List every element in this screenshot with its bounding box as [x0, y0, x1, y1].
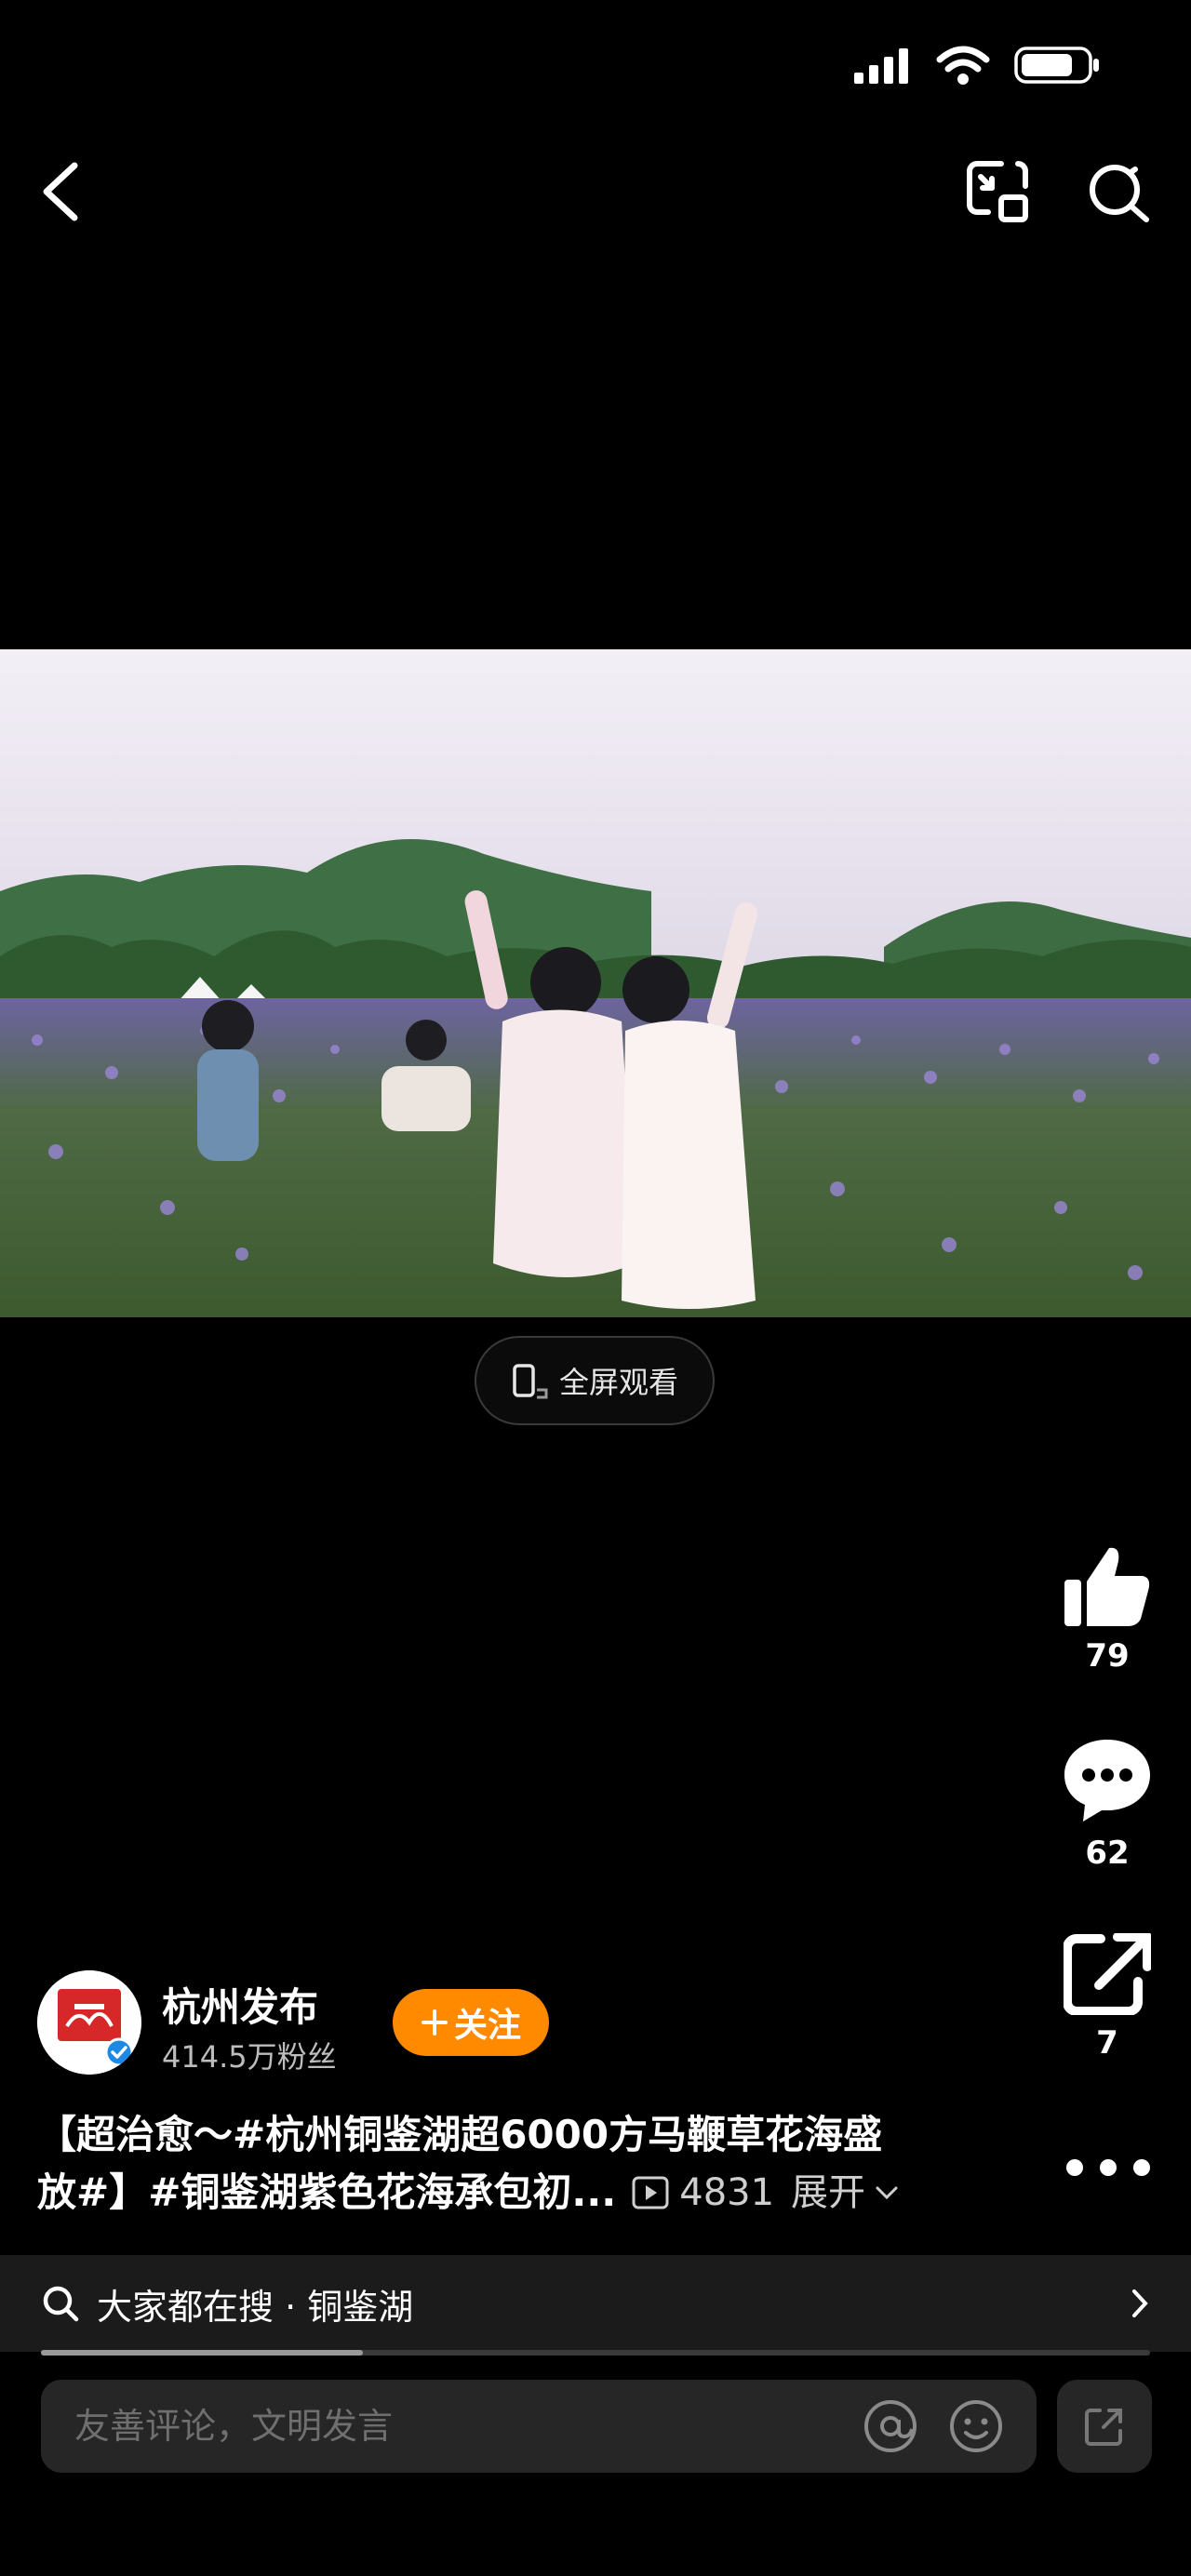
share-count: 7 — [1096, 2024, 1118, 2062]
share-button[interactable]: 7 — [1051, 1933, 1163, 2062]
comment-bubble-icon — [1064, 1740, 1150, 1822]
emoji-icon[interactable] — [947, 2397, 1005, 2455]
follow-button[interactable]: 关注 — [393, 1989, 549, 2056]
like-count: 79 — [1085, 1637, 1130, 1675]
battery-icon — [1014, 47, 1099, 84]
follow-label: 关注 — [453, 2007, 521, 2045]
thumbs-up-icon — [1064, 1547, 1150, 1626]
picture-in-picture-button[interactable] — [964, 158, 1031, 225]
chevron-down-icon — [876, 2186, 898, 2200]
video-progress-bar[interactable] — [41, 2350, 1150, 2356]
search-button[interactable] — [1087, 160, 1152, 225]
share-icon — [1064, 1933, 1151, 2015]
phone-rotate-icon — [513, 1364, 548, 1399]
comment-input[interactable] — [73, 2405, 862, 2448]
play-count: 4831 — [679, 2171, 775, 2214]
video-player[interactable] — [0, 649, 1191, 1317]
author-name[interactable]: 杭州发布 — [162, 1976, 318, 2033]
expand-caption-link[interactable]: 展开 — [791, 2164, 865, 2222]
search-icon — [1090, 165, 1149, 222]
play-count-icon — [632, 2176, 669, 2209]
plus-icon — [421, 2009, 448, 2035]
chevron-right-icon — [1132, 2289, 1148, 2317]
picture-in-picture-icon — [967, 161, 1028, 222]
fan-count: 414.5万粉丝 — [162, 2039, 337, 2075]
wifi-icon — [936, 46, 990, 85]
signal-icon — [854, 48, 908, 84]
comment-button[interactable]: 62 — [1051, 1736, 1163, 1872]
video-frame-image — [0, 649, 1191, 1317]
search-icon — [43, 2286, 79, 2322]
comment-count: 62 — [1085, 1835, 1130, 1872]
more-dot-icon — [1066, 2159, 1083, 2176]
more-dot-icon — [1133, 2159, 1150, 2176]
back-button[interactable] — [33, 158, 89, 223]
more-options-button[interactable] — [1066, 2149, 1150, 2186]
status-bar — [852, 45, 1102, 86]
like-button[interactable]: 79 — [1051, 1544, 1163, 1675]
expand-comments-button[interactable] — [1057, 2380, 1152, 2473]
back-icon — [43, 162, 78, 221]
fullscreen-label: 全屏观看 — [558, 1365, 678, 1400]
search-suggestion-bar[interactable]: 大家都在搜 · 铜鉴湖 — [0, 2255, 1191, 2352]
caption-line-2: 放#】#铜鉴湖紫色花海承包初... — [37, 2169, 617, 2215]
video-progress-fill — [41, 2350, 363, 2356]
expand-icon — [1085, 2409, 1122, 2446]
video-caption[interactable]: 【超治愈～#杭州铜鉴湖超6000方马鞭草花海盛 放#】#铜鉴湖紫色花海承包初..… — [37, 2106, 968, 2222]
author-avatar[interactable] — [37, 1970, 141, 2075]
comment-input-box[interactable] — [41, 2380, 1037, 2473]
caption-line-1: 【超治愈～#杭州铜鉴湖超6000方马鞭草花海盛 — [37, 2112, 883, 2157]
more-dot-icon — [1100, 2159, 1117, 2176]
mention-icon[interactable] — [862, 2397, 919, 2455]
hangzhou-logo-icon — [37, 1970, 141, 2075]
fullscreen-button[interactable]: 全屏观看 — [475, 1336, 715, 1425]
search-suggestion-text: 大家都在搜 · 铜鉴湖 — [97, 2286, 414, 2328]
